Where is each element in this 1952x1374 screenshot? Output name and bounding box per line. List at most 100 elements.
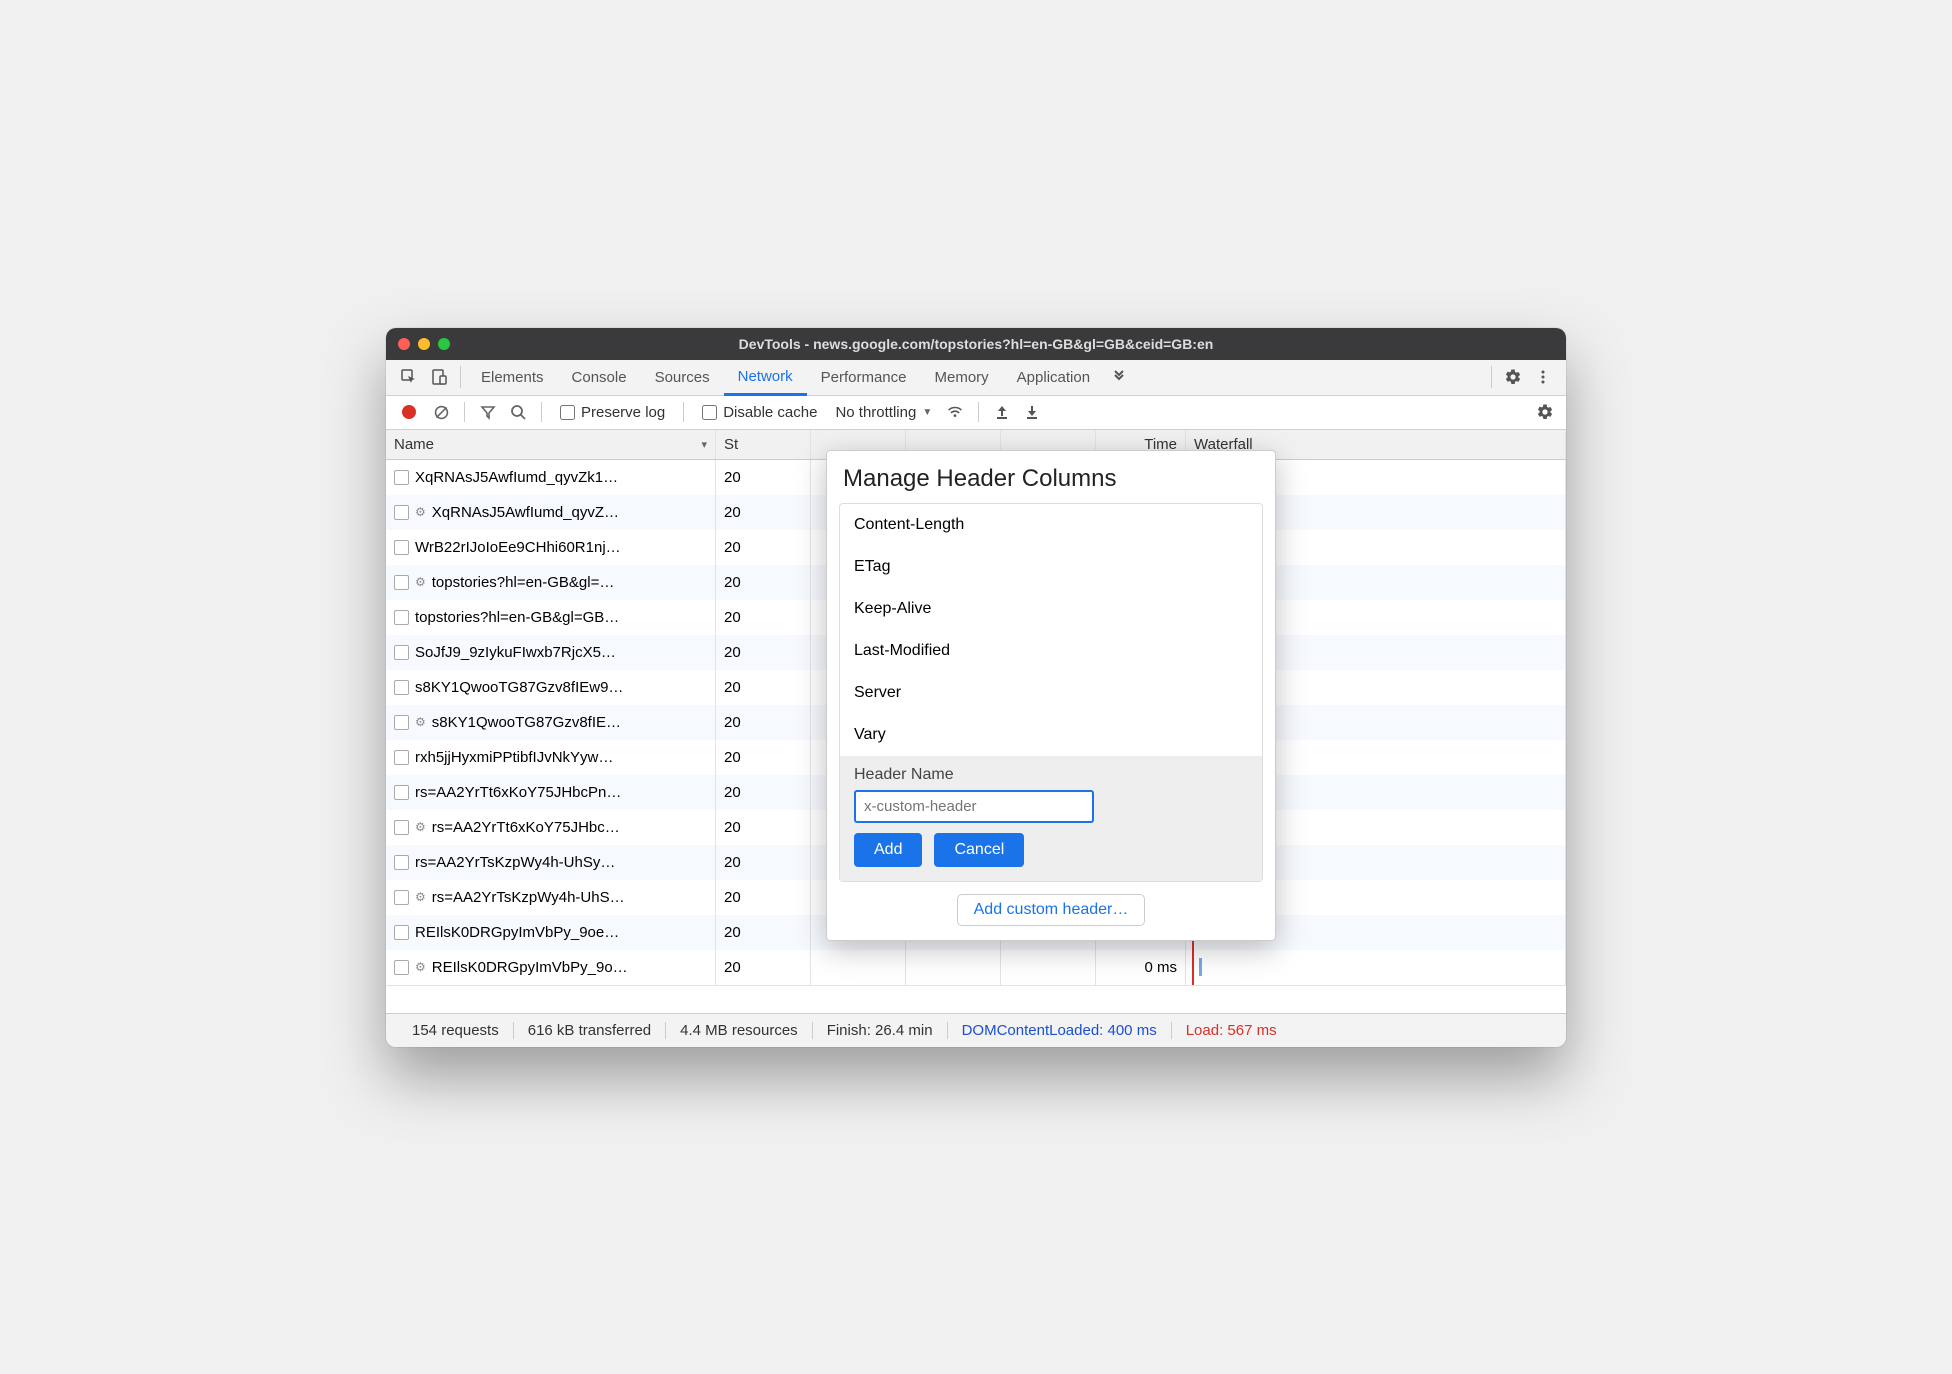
gear-icon: ⚙ xyxy=(415,960,426,974)
status-cell: 20 xyxy=(716,915,811,950)
add-button[interactable]: Add xyxy=(854,833,922,867)
hidden-cell xyxy=(906,950,1001,985)
file-icon xyxy=(394,610,409,625)
tab-performance[interactable]: Performance xyxy=(807,360,921,395)
status-cell: 20 xyxy=(716,600,811,635)
header-option[interactable]: Content-Length xyxy=(840,504,1262,546)
file-icon xyxy=(394,960,409,975)
search-icon[interactable] xyxy=(505,399,531,425)
file-icon xyxy=(394,540,409,555)
request-name: XqRNAsJ5AwfIumd_qyvZk1… xyxy=(415,469,618,486)
file-icon xyxy=(394,785,409,800)
request-name: SoJfJ9_9zIykuFIwxb7RjcX5… xyxy=(415,644,616,661)
titlebar: DevTools - news.google.com/topstories?hl… xyxy=(386,328,1566,360)
request-name: REIlsK0DRGpyImVbPy_9oe… xyxy=(415,924,619,941)
gear-icon: ⚙ xyxy=(415,575,426,589)
request-name: rxh5jjHyxmiPPtibfIJvNkYyw… xyxy=(415,749,613,766)
status-finish: Finish: 26.4 min xyxy=(813,1022,948,1039)
status-cell: 20 xyxy=(716,880,811,915)
tab-console[interactable]: Console xyxy=(558,360,641,395)
inspect-element-icon[interactable] xyxy=(394,362,424,392)
manage-header-columns-dialog: Manage Header Columns Content-LengthETag… xyxy=(826,450,1276,941)
disable-cache-label: Disable cache xyxy=(723,404,817,421)
request-name: s8KY1QwooTG87Gzv8fIEw9… xyxy=(415,679,623,696)
download-icon[interactable] xyxy=(1019,399,1045,425)
status-cell: 20 xyxy=(716,950,811,985)
status-bar: 154 requests 616 kB transferred 4.4 MB r… xyxy=(386,1013,1566,1047)
main-tabs-bar: ElementsConsoleSourcesNetworkPerformance… xyxy=(386,360,1566,396)
status-cell: 20 xyxy=(716,775,811,810)
status-cell: 20 xyxy=(716,495,811,530)
minimize-window-button[interactable] xyxy=(418,338,430,350)
settings-gear-icon[interactable] xyxy=(1498,362,1528,392)
network-settings-icon[interactable] xyxy=(1532,399,1558,425)
hidden-cell xyxy=(1001,950,1096,985)
hidden-cell xyxy=(811,950,906,985)
col-status[interactable]: St xyxy=(716,430,811,459)
file-icon xyxy=(394,575,409,590)
tab-memory[interactable]: Memory xyxy=(921,360,1003,395)
status-cell: 20 xyxy=(716,635,811,670)
file-icon xyxy=(394,890,409,905)
request-name: REIlsK0DRGpyImVbPy_9o… xyxy=(432,959,628,976)
request-name: rs=AA2YrTsKzpWy4h-UhS… xyxy=(432,889,625,906)
disable-cache-checkbox[interactable]: Disable cache xyxy=(702,404,817,421)
filter-icon[interactable] xyxy=(475,399,501,425)
table-row[interactable]: ⚙ REIlsK0DRGpyImVbPy_9o… 20 0 ms xyxy=(386,950,1566,985)
col-name[interactable]: Name xyxy=(386,430,716,459)
clear-icon[interactable] xyxy=(428,399,454,425)
devtools-window: DevTools - news.google.com/topstories?hl… xyxy=(386,328,1566,1047)
header-option[interactable]: Last-Modified xyxy=(840,630,1262,672)
chevron-down-icon: ▼ xyxy=(922,407,932,418)
request-name: rs=AA2YrTsKzpWy4h-UhSy… xyxy=(415,854,615,871)
header-option[interactable]: Server xyxy=(840,672,1262,714)
gear-icon: ⚙ xyxy=(415,890,426,904)
header-option[interactable]: Vary xyxy=(840,714,1262,756)
header-option[interactable]: Keep-Alive xyxy=(840,588,1262,630)
status-transferred: 616 kB transferred xyxy=(514,1022,666,1039)
cancel-button[interactable]: Cancel xyxy=(934,833,1024,867)
file-icon xyxy=(394,645,409,660)
header-name-label: Header Name xyxy=(854,766,1248,784)
gear-icon: ⚙ xyxy=(415,505,426,519)
throttling-select[interactable]: No throttling ▼ xyxy=(835,404,932,421)
request-name: XqRNAsJ5AwfIumd_qyvZ… xyxy=(432,504,619,521)
tab-application[interactable]: Application xyxy=(1003,360,1104,395)
file-icon xyxy=(394,820,409,835)
tab-elements[interactable]: Elements xyxy=(467,360,558,395)
status-cell: 20 xyxy=(716,845,811,880)
waterfall-cell xyxy=(1186,950,1566,985)
kebab-menu-icon[interactable] xyxy=(1528,362,1558,392)
gear-icon: ⚙ xyxy=(415,715,426,729)
file-icon xyxy=(394,925,409,940)
table-filler xyxy=(386,985,1566,1013)
request-name: topstories?hl=en-GB&gl=… xyxy=(432,574,615,591)
file-icon xyxy=(394,470,409,485)
header-option[interactable]: ETag xyxy=(840,546,1262,588)
add-custom-header-button[interactable]: Add custom header… xyxy=(957,894,1146,926)
file-icon xyxy=(394,715,409,730)
header-name-input[interactable] xyxy=(854,790,1094,823)
request-name: s8KY1QwooTG87Gzv8fIE… xyxy=(432,714,621,731)
status-cell: 20 xyxy=(716,740,811,775)
network-toolbar: Preserve log Disable cache No throttling… xyxy=(386,396,1566,430)
record-button[interactable] xyxy=(402,405,416,419)
tab-network[interactable]: Network xyxy=(724,360,807,396)
more-tabs-icon[interactable] xyxy=(1104,362,1134,392)
device-toolbar-icon[interactable] xyxy=(424,362,454,392)
request-name: topstories?hl=en-GB&gl=GB… xyxy=(415,609,619,626)
window-title: DevTools - news.google.com/topstories?hl… xyxy=(386,336,1566,352)
file-icon xyxy=(394,680,409,695)
close-window-button[interactable] xyxy=(398,338,410,350)
header-options-list: Content-LengthETagKeep-AliveLast-Modifie… xyxy=(839,503,1263,882)
status-resources: 4.4 MB resources xyxy=(666,1022,813,1039)
time-cell: 0 ms xyxy=(1096,950,1186,985)
preserve-log-checkbox[interactable]: Preserve log xyxy=(560,404,665,421)
status-requests: 154 requests xyxy=(398,1022,514,1039)
window-controls xyxy=(386,338,450,350)
status-dcl: DOMContentLoaded: 400 ms xyxy=(948,1022,1172,1039)
upload-icon[interactable] xyxy=(989,399,1015,425)
maximize-window-button[interactable] xyxy=(438,338,450,350)
network-conditions-icon[interactable] xyxy=(942,399,968,425)
tab-sources[interactable]: Sources xyxy=(641,360,724,395)
